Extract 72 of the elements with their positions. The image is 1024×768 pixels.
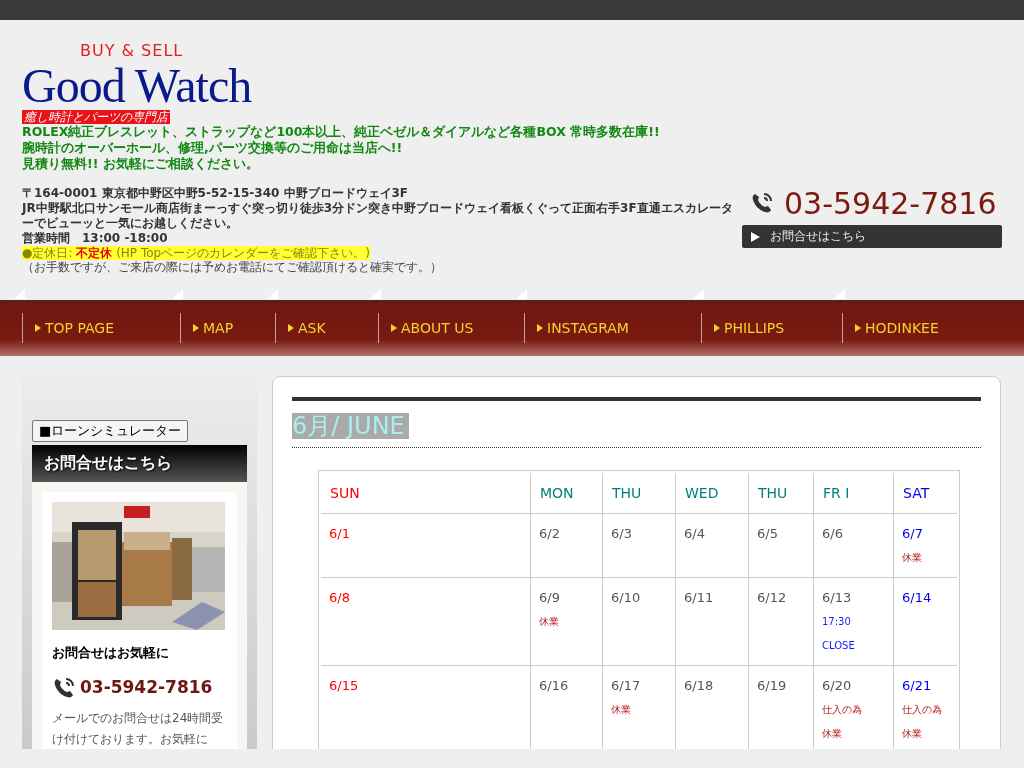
calendar-title: 6月/ JUNE: [292, 413, 409, 439]
holiday-text: ●定休日: 不定休 (HP Topページのカレンダーをご確認下さい。): [22, 246, 370, 260]
date-text: 6/1: [329, 526, 351, 541]
date-text: 6/4: [684, 526, 706, 541]
phone-number: 03-5942-7816: [80, 677, 213, 697]
date-text: 6/15: [329, 678, 360, 693]
note-text: 仕入の為: [902, 703, 943, 717]
hours-text: 営業時間 13:00 -18:00: [22, 231, 169, 246]
triangle-icon: [288, 324, 294, 332]
date-text: 6/11: [684, 590, 715, 605]
logo-tagline: BUY & SELL: [80, 42, 185, 60]
date-text: 6/14: [902, 590, 933, 605]
contact-button[interactable]: お問合せはこちら: [742, 225, 1002, 248]
date-text: 6/5: [757, 526, 779, 541]
body-text: メールでのお問合せは24時間受け付けております。お気軽に: [52, 710, 225, 748]
day-header: SAT: [894, 473, 957, 514]
date-text: 6/19: [757, 678, 788, 693]
notice-text: （お手数ですが、ご来店の際には予めお電話にてご確認頂けると確実です。）: [22, 260, 443, 275]
day-header: WED: [676, 473, 749, 514]
date-text: 6/13: [822, 590, 853, 605]
date-text: 6/21: [902, 678, 933, 693]
date-text: 6/8: [329, 590, 351, 605]
nav-link[interactable]: MAP: [180, 313, 275, 343]
note-text: 休業: [902, 551, 923, 565]
nav-link[interactable]: TOP PAGE: [22, 313, 180, 343]
date-text: 6/7: [902, 526, 924, 541]
day-header: THU: [749, 473, 814, 514]
note-text: 仕入の為: [822, 703, 863, 717]
play-icon: [750, 231, 760, 242]
triangle-icon: [855, 324, 861, 332]
promo-text: 見積り無料!! お気軽にご相談ください。: [22, 156, 260, 172]
date-text: 6/12: [757, 590, 788, 605]
day-header: MON: [531, 473, 603, 514]
date-text: 6/10: [611, 590, 642, 605]
date-text: 6/17: [611, 678, 642, 693]
note-text: 休業: [822, 727, 843, 741]
address-text: 〒164-0001 東京都中野区中野5-52-15-340 中野ブロードウェイ3F: [22, 186, 410, 201]
shop-subtitle: 癒し時計とパーツの専門店: [22, 110, 170, 124]
logo-text: Good Watch: [22, 62, 253, 110]
date-text: 6/18: [684, 678, 715, 693]
nav-link[interactable]: HODINKEE: [842, 313, 972, 343]
date-text: 6/16: [539, 678, 570, 693]
note-text: 休業: [902, 727, 923, 741]
date-text: 6/6: [822, 526, 844, 541]
section-heading: お問合せはこちら: [32, 445, 247, 482]
triangle-icon: [193, 324, 199, 332]
date-text: 6/2: [539, 526, 561, 541]
promo-text: 腕時計のオーバーホール、修理,パーツ交換等のご用命は当店へ!!: [22, 140, 404, 156]
nav-link[interactable]: INSTAGRAM: [524, 313, 701, 343]
triangle-icon: [35, 324, 41, 332]
date-text: 6/9: [539, 590, 561, 605]
phone-number: 03-5942-7816: [784, 187, 997, 221]
triangle-icon: [537, 324, 543, 332]
day-header: FR I: [814, 473, 894, 514]
note-text: 休業: [539, 615, 560, 629]
nav-link[interactable]: ABOUT US: [378, 313, 524, 343]
day-header: SUN: [321, 473, 531, 514]
triangle-icon: [391, 324, 397, 332]
day-header: THU: [603, 473, 676, 514]
loan-simulator-button[interactable]: ■ローンシミュレーター: [32, 420, 189, 442]
note-text: 17:30: [822, 615, 852, 629]
triangle-icon: [714, 324, 720, 332]
date-text: 6/3: [611, 526, 633, 541]
directions-text: JR中野駅北口サンモール商店街まーっすぐ突っ切り徒歩3分ドン突き中野ブロードウェイ看板くぐって正面右手3F直通エスカレーターでビューッと一気にお越しください。: [22, 201, 734, 231]
note-text: CLOSE: [822, 639, 856, 653]
nav-link[interactable]: PHILLIPS: [701, 313, 842, 343]
note-text: 休業: [611, 703, 632, 717]
promo-text: ROLEX純正ブレスレット、ストラップなど100本以上、純正ベゼル＆ダイアルなど各種BOX 常時多数在庫!!: [22, 124, 661, 140]
nav-link[interactable]: ASK: [275, 313, 378, 343]
caption-text: お問合せはお気軽に: [52, 644, 170, 662]
phone-icon: [52, 676, 74, 698]
date-text: 6/20: [822, 678, 853, 693]
